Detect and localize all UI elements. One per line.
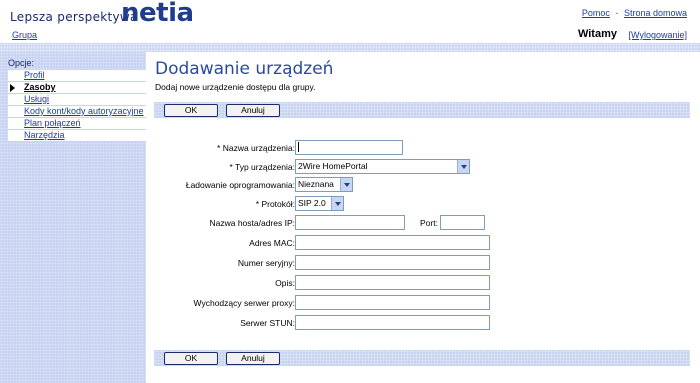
netia-logo: netia xyxy=(121,0,194,28)
host-label: Nazwa hosta/adres IP: xyxy=(209,218,295,228)
port-input[interactable] xyxy=(440,215,485,230)
description-input[interactable] xyxy=(295,275,490,290)
cancel-button[interactable]: Anuluj xyxy=(226,104,280,117)
serial-row: Numer seryjny: xyxy=(150,255,700,271)
firmware-label: Ładowanie oprogramowania: xyxy=(185,180,295,190)
top-links: Pomoc - Strona domowa xyxy=(582,8,687,18)
logout-container: [Wylogowanie] xyxy=(629,30,687,40)
group-link[interactable]: Grupa xyxy=(12,30,37,40)
help-link[interactable]: Pomoc xyxy=(582,8,610,18)
sidebar-nav: Profil Zasoby Usługi Kody kont/kody auto… xyxy=(8,70,146,142)
page-title: Dodawanie urządzeń xyxy=(155,59,334,79)
bottom-button-bar: OK Anuluj xyxy=(154,350,690,366)
serial-input[interactable] xyxy=(295,255,490,270)
sidebar-item-label[interactable]: Profil xyxy=(24,70,45,80)
description-row: Opis: xyxy=(150,275,700,291)
protocol-value: SIP 2.0 xyxy=(298,198,326,208)
home-page-link[interactable]: Strona domowa xyxy=(624,8,687,18)
description-label: Opis: xyxy=(275,278,295,288)
sidebar-item-label[interactable]: Plan połączeń xyxy=(24,118,81,128)
chevron-down-icon[interactable] xyxy=(331,197,343,210)
page-subtitle: Dodaj nowe urządzenie dostępu dla grupy. xyxy=(155,82,316,92)
protocol-row: * Protokół: SIP 2.0 xyxy=(150,196,700,212)
host-input[interactable] xyxy=(295,215,405,230)
sidebar-item-narzedzia[interactable]: Narzędzia xyxy=(8,130,146,142)
firmware-select[interactable]: Nieznana xyxy=(295,177,353,192)
device-name-row: * Nazwa urządzenia: xyxy=(150,140,700,156)
header: Lepsza perspektywa netia Pomoc - Strona … xyxy=(0,0,700,44)
protocol-select[interactable]: SIP 2.0 xyxy=(295,196,344,211)
cancel-button[interactable]: Anuluj xyxy=(226,352,280,365)
sidebar-item-label[interactable]: Narzędzia xyxy=(24,130,65,140)
device-type-value: 2Wire HomePortal xyxy=(298,161,368,171)
protocol-label: * Protokół: xyxy=(255,199,295,209)
proxy-input[interactable] xyxy=(295,295,490,310)
device-type-row: * Typ urządzenia: 2Wire HomePortal xyxy=(150,159,700,175)
chevron-down-icon[interactable] xyxy=(457,160,469,173)
ok-button[interactable]: OK xyxy=(164,104,218,117)
sidebar-item-kody[interactable]: Kody kont/kody autoryzacyjne xyxy=(8,106,146,118)
mac-label: Adres MAC: xyxy=(249,238,295,248)
active-arrow-icon xyxy=(10,84,15,92)
mac-row: Adres MAC: xyxy=(150,235,700,251)
proxy-label: Wychodzący serwer proxy: xyxy=(193,298,295,308)
proxy-row: Wychodzący serwer proxy: xyxy=(150,295,700,311)
port-label: Port: xyxy=(420,218,438,228)
sidebar-item-plan[interactable]: Plan połączeń xyxy=(8,118,146,130)
device-name-label: * Nazwa urządzenia: xyxy=(217,143,295,153)
sidebar-item-zasoby[interactable]: Zasoby xyxy=(8,82,146,94)
link-separator: - xyxy=(615,8,619,18)
welcome-text: Witamy xyxy=(577,28,617,40)
device-type-select[interactable]: 2Wire HomePortal xyxy=(295,159,470,174)
mac-input[interactable] xyxy=(295,235,490,250)
sidebar: Opcje: Profil Zasoby Usługi Kody kont/ko… xyxy=(0,52,146,383)
stun-row: Serwer STUN: xyxy=(150,315,700,331)
tagline: Lepsza perspektywa xyxy=(10,10,138,24)
header-band xyxy=(0,43,700,52)
sidebar-item-label[interactable]: Kody kont/kody autoryzacyjne xyxy=(24,106,144,116)
firmware-value: Nieznana xyxy=(298,179,334,189)
sidebar-item-profil[interactable]: Profil xyxy=(8,70,146,82)
device-name-input[interactable] xyxy=(295,140,403,155)
host-row: Nazwa hosta/adres IP: Port: xyxy=(150,215,700,231)
serial-label: Numer seryjny: xyxy=(237,258,295,268)
stun-label: Serwer STUN: xyxy=(240,318,295,328)
sidebar-title: Opcje: xyxy=(8,58,35,68)
firmware-row: Ładowanie oprogramowania: Nieznana xyxy=(150,177,700,193)
logout-link[interactable]: [Wylogowanie] xyxy=(629,30,687,40)
main-content: Dodawanie urządzeń Dodaj nowe urządzenie… xyxy=(150,52,700,383)
ok-button[interactable]: OK xyxy=(164,352,218,365)
chevron-down-icon[interactable] xyxy=(340,178,352,191)
sidebar-item-uslugi[interactable]: Usługi xyxy=(8,94,146,106)
text-caret xyxy=(298,142,299,152)
stun-input[interactable] xyxy=(295,315,490,330)
sidebar-item-label[interactable]: Usługi xyxy=(24,94,49,104)
top-button-bar: OK Anuluj xyxy=(154,102,690,118)
device-type-label: * Typ urządzenia: xyxy=(229,162,295,172)
sidebar-item-label[interactable]: Zasoby xyxy=(24,82,56,92)
